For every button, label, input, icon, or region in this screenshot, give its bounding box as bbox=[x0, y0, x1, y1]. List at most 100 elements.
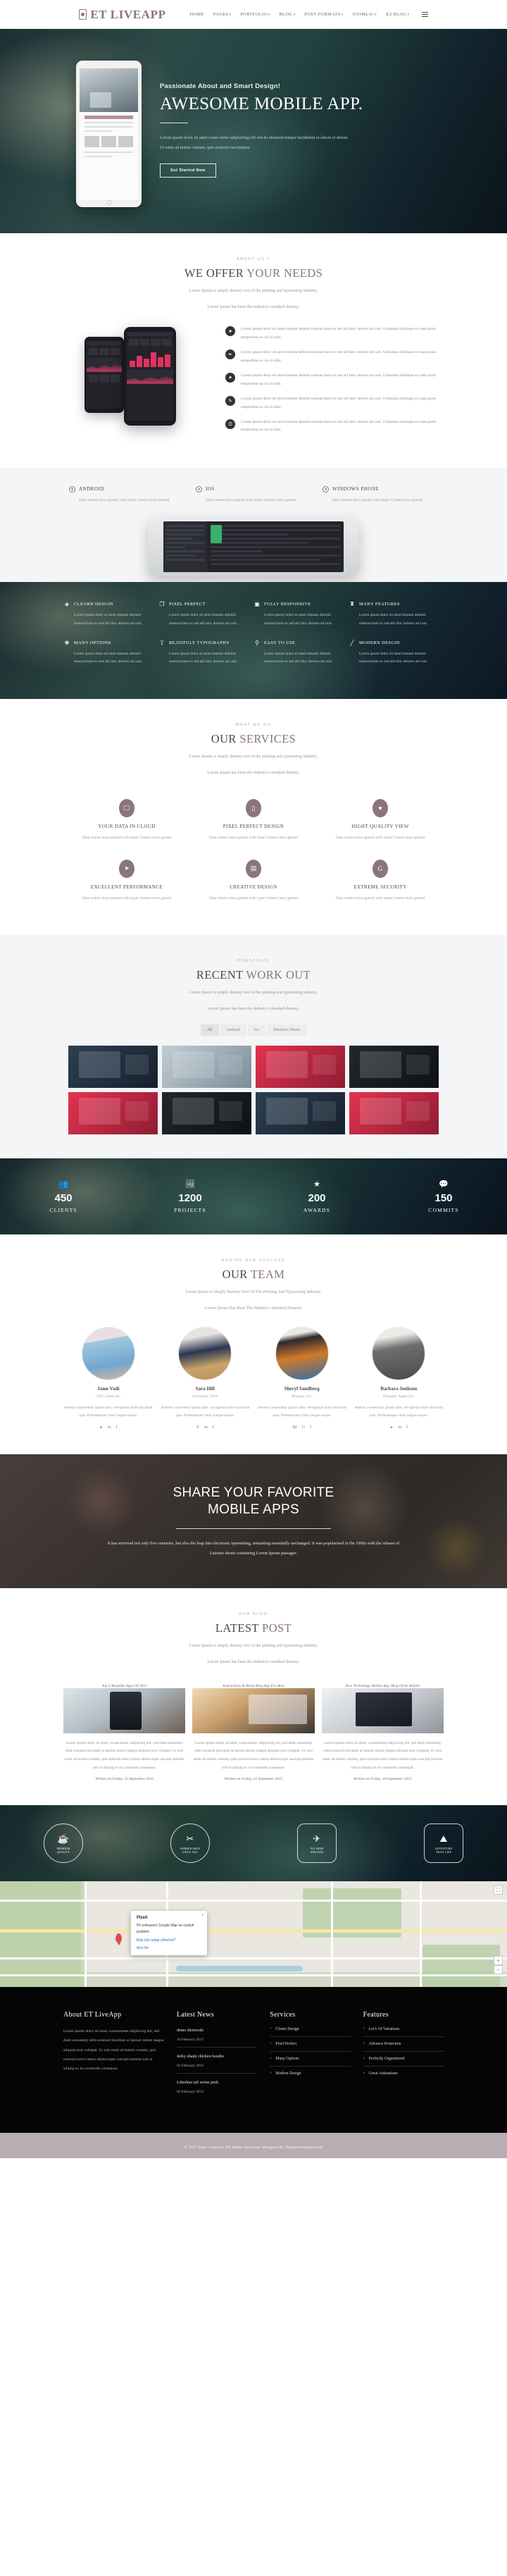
nav-item-pages[interactable]: PAGES▾ bbox=[213, 12, 232, 17]
feature-fully-responsive: ▣ FULLY RESPONSIVE Lorem ipsum dolor sit … bbox=[254, 600, 349, 628]
get-started-button[interactable]: Get Started Now bbox=[160, 163, 216, 178]
filter-ios[interactable]: Ios bbox=[247, 1024, 265, 1036]
nav-item-joomla[interactable]: JOOMLA!▾ bbox=[353, 12, 377, 17]
blog-sub-1: Lorem Ipsum is simply dummy text of the … bbox=[189, 1644, 318, 1649]
nav-item-k2-blog[interactable]: K2 BLOG▾ bbox=[386, 12, 409, 17]
brand-badge-coffee[interactable]: ☕ PREMIUM QUALITY bbox=[44, 1823, 83, 1864]
map-zoom-out-button[interactable]: − bbox=[494, 1965, 503, 1975]
twitter-icon[interactable]: ✦ bbox=[389, 1425, 393, 1430]
portfolio-item[interactable] bbox=[349, 1091, 439, 1134]
hero-text-line-2: Ut enim ad minim veniam, quis nostrud ex… bbox=[160, 146, 251, 151]
nav-item-home[interactable]: HOME bbox=[190, 12, 204, 17]
brand-badge-adventure[interactable]: ⛰ ADVENTURE TRAIL LIFE bbox=[424, 1823, 463, 1864]
counter-number: 450 bbox=[54, 1191, 73, 1204]
behance-icon[interactable]: Bē bbox=[292, 1425, 297, 1430]
chevron-down-icon: ▾ bbox=[341, 13, 344, 17]
blog-post: Top 5 Beautiful Apps Of 2015 Lorem ipsum… bbox=[63, 1679, 186, 1781]
hamburger-icon[interactable] bbox=[421, 11, 428, 18]
users-icon: 👥 bbox=[0, 1179, 127, 1189]
nav-item-portfolio[interactable]: PORTFOLIO▾ bbox=[240, 12, 270, 17]
filter-all[interactable]: All bbox=[201, 1024, 219, 1036]
map-card-link[interactable]: Byly tyto údaje užitečné? bbox=[137, 1938, 201, 1943]
platform-text: Data centers have gained with hyper Cent… bbox=[206, 497, 296, 502]
brand-badge-line-2: QUALITY bbox=[56, 1851, 70, 1854]
counter-label: COMMITS bbox=[428, 1206, 459, 1213]
facebook-icon[interactable]: f bbox=[213, 1425, 214, 1430]
footer-feature-link[interactable]: Perfectly Organinized bbox=[363, 2056, 444, 2067]
map-marker[interactable] bbox=[115, 1933, 122, 1943]
brands-section: ☕ PREMIUM QUALITY ✂ BARBER SHOP SINCE 19… bbox=[0, 1805, 507, 1881]
nav-label: POST FORMATS bbox=[304, 11, 341, 17]
footer-news-title[interactable]: demo shortcode bbox=[177, 2027, 257, 2035]
footer-news-title[interactable]: Leberkas tail swine pork bbox=[177, 2079, 257, 2087]
services-sub-1: Lorem Ipsum is simply dummy text of the … bbox=[189, 754, 318, 759]
linkedin-icon[interactable]: in bbox=[204, 1425, 208, 1430]
about-title-b: YOUR NEEDS bbox=[246, 266, 323, 280]
blog-post-image[interactable] bbox=[321, 1688, 444, 1733]
chevron-down-icon: ▾ bbox=[293, 13, 296, 17]
blog-post-image[interactable] bbox=[63, 1688, 186, 1733]
nav-item-blog[interactable]: BLOG▾ bbox=[280, 12, 296, 17]
map-card-yes-no[interactable]: Ano Ne bbox=[137, 1946, 201, 1950]
footer-service-link[interactable]: Many Options bbox=[270, 2056, 351, 2067]
platform-ios: IOS Data centers have gained with hyper … bbox=[190, 485, 317, 505]
brand-logo[interactable]: ET LIVEAPP bbox=[79, 8, 165, 22]
footer-feature-link[interactable]: Great Animations bbox=[363, 2071, 444, 2081]
facebook-icon[interactable]: f bbox=[310, 1425, 311, 1430]
portfolio-item[interactable] bbox=[162, 1045, 251, 1088]
blog-post: Instructions & About Blog App For Beta L… bbox=[192, 1679, 315, 1781]
filter-android[interactable]: Android bbox=[220, 1024, 246, 1036]
services-title-a: OUR bbox=[211, 731, 237, 745]
google-icon[interactable]: G bbox=[302, 1425, 305, 1430]
footer-feature-link[interactable]: Lot's Of Variations bbox=[363, 2026, 444, 2038]
team-member-role: Designer, Apple Inc. bbox=[383, 1394, 415, 1399]
avatar bbox=[178, 1326, 232, 1380]
nav-item-post-formats[interactable]: POST FORMATS▾ bbox=[304, 12, 343, 17]
portfolio-item[interactable] bbox=[68, 1091, 158, 1134]
icon-glyph: ✂ bbox=[186, 1833, 194, 1845]
services-title: OUR SERVICES bbox=[63, 732, 444, 746]
portfolio-item[interactable] bbox=[256, 1091, 345, 1134]
twitter-icon[interactable]: ✦ bbox=[99, 1425, 103, 1430]
facebook-icon[interactable]: f bbox=[406, 1425, 408, 1430]
chevron-down-icon: ▾ bbox=[229, 13, 232, 17]
comment-icon: 💬 bbox=[380, 1179, 507, 1189]
portfolio-item[interactable] bbox=[68, 1045, 158, 1088]
facebook-icon[interactable]: f bbox=[116, 1425, 118, 1430]
portfolio-item[interactable] bbox=[349, 1045, 439, 1088]
team-title-a: OUR bbox=[222, 1267, 248, 1281]
map-fullscreen-button[interactable]: ⛶ bbox=[494, 1885, 503, 1895]
pinterest-icon[interactable]: ℗ bbox=[196, 1425, 200, 1430]
share-paragraph: It has survived not only five centuries,… bbox=[107, 1541, 400, 1556]
blog-post-image[interactable] bbox=[192, 1688, 315, 1733]
close-icon[interactable]: × bbox=[201, 1912, 204, 1918]
feature-title: MANY FEATURES bbox=[359, 601, 400, 607]
portfolio-item[interactable] bbox=[256, 1045, 345, 1088]
footer-service-link[interactable]: Modern Design bbox=[270, 2071, 350, 2081]
brand-badge-barber[interactable]: ✂ BARBER SHOP SINCE 1923 bbox=[170, 1823, 210, 1864]
linkedin-icon[interactable]: in bbox=[108, 1425, 111, 1430]
pencil-icon: ✎ bbox=[225, 396, 235, 407]
map-info-card[interactable]: × Plzeň Při zobrazení Google Map se vysk… bbox=[131, 1911, 207, 1956]
platform-text: Data centers have gained with hyper Cent… bbox=[79, 497, 170, 502]
team-title: OUR TEAM bbox=[63, 1268, 444, 1282]
footer-service-link[interactable]: Clearn Design bbox=[270, 2026, 351, 2038]
linkedin-icon[interactable]: in bbox=[398, 1425, 401, 1430]
map-zoom-in-button[interactable]: + bbox=[494, 1956, 503, 1966]
portfolio-section: PORTFOLIO RECENT WORK OUT Lorem Ipsum is… bbox=[0, 935, 507, 1158]
feature-title: CLEARN DESGIN bbox=[74, 601, 113, 607]
copyright-bar: © 2017 Your Company. All Rights Reserved… bbox=[0, 2132, 507, 2158]
filter-windows-phone[interactable]: Windows Phone bbox=[266, 1024, 306, 1036]
footer-news-title[interactable]: Jerky shank chicken boudin bbox=[177, 2053, 257, 2061]
brand-badge-airlines[interactable]: ✈ FLY HIGH AIRLINES bbox=[297, 1823, 337, 1864]
footer-service-link[interactable]: Pixel Perfect bbox=[270, 2041, 351, 2052]
map-section[interactable]: × Plzeň Při zobrazení Google Map se vysk… bbox=[0, 1881, 507, 1988]
portfolio-sub-1: Lorem Ipsum is simply dummy text of the … bbox=[189, 991, 318, 996]
feature-text: Lorem ipsum dolor sit amet timeam deleni… bbox=[74, 613, 143, 626]
counter-projects: 🖼 1200 PROJECTS bbox=[127, 1179, 254, 1213]
services-kicker: WHAT WE DO bbox=[235, 722, 272, 727]
portfolio-item[interactable] bbox=[162, 1091, 251, 1134]
footer-feature-link[interactable]: Advance Protection bbox=[363, 2041, 444, 2052]
avatar bbox=[81, 1326, 135, 1380]
list-item: Leberkas tail swine pork 02 February 201… bbox=[177, 2079, 257, 2099]
